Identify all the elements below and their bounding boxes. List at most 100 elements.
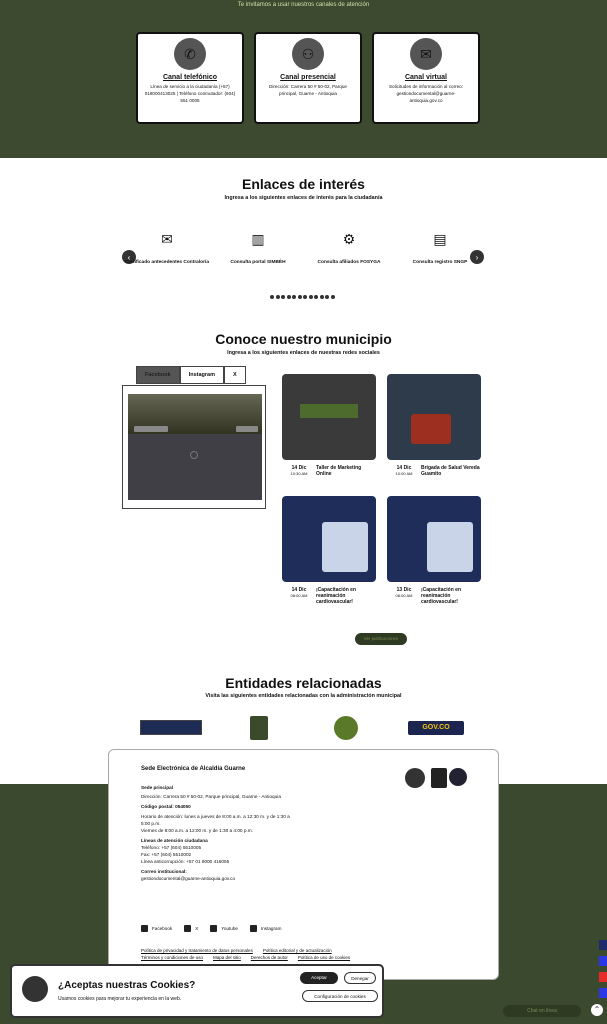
social-label[interactable]: Facebook xyxy=(152,926,172,931)
carousel-dots[interactable] xyxy=(270,295,338,299)
carousel-dot[interactable] xyxy=(330,295,335,299)
carousel-dot[interactable] xyxy=(292,295,296,299)
social-label[interactable]: Instagram xyxy=(261,926,281,931)
deny-cookies-button[interactable]: Denegar xyxy=(344,972,376,984)
link-label[interactable]: Certificado antecedentes Contraloría xyxy=(122,260,212,266)
share-button[interactable] xyxy=(236,426,258,432)
post-title[interactable]: ¡Capacitación en reanimación cardiovascu… xyxy=(421,587,481,605)
side-tab-2[interactable] xyxy=(599,956,607,966)
policy-cookies[interactable]: Política de uso de cookies xyxy=(298,954,350,961)
post-image[interactable] xyxy=(282,496,376,582)
post-banner xyxy=(322,522,368,572)
phone: Teléfono: +57 (604) 5510005 xyxy=(141,845,202,850)
post-date: 14 Dic 10:30 AM xyxy=(282,465,316,477)
social-facebook[interactable]: Facebook xyxy=(141,925,172,932)
entity-shield-logo[interactable] xyxy=(250,716,268,740)
loading-icon xyxy=(190,451,198,459)
email-label: Correo institucional: xyxy=(141,869,187,874)
chat-button[interactable]: Chat en línea xyxy=(503,1005,581,1017)
side-tab-3[interactable] xyxy=(599,972,607,982)
link-label[interactable]: Consulta registro SNGP xyxy=(395,260,485,266)
social-post[interactable]: 14 Dic 08:00 AM ¡Capacitación en reanimaci… xyxy=(282,496,376,605)
cookie-settings-button[interactable]: Configuración de cookies xyxy=(302,990,378,1002)
links-title: Enlaces de interés xyxy=(242,176,365,192)
social-instagram[interactable]: Instagram xyxy=(249,925,281,932)
cookie-banner: ¿Aceptas nuestras Cookies? Usamos cookie… xyxy=(10,964,384,1018)
municipio-title: Conoce nuestro municipio xyxy=(215,331,392,347)
policy-editorial[interactable]: Política editorial y de actualización xyxy=(263,947,332,954)
carousel-dot[interactable] xyxy=(281,295,285,299)
link-item[interactable]: ▥ Consulta portal SIMBÉH xyxy=(213,230,303,266)
link-item[interactable]: ▤ Consulta registro SNGP xyxy=(395,230,485,266)
post-banner xyxy=(300,404,358,418)
email-link[interactable]: gestiondocumental@guarne-antioquia.gov.c… xyxy=(141,875,291,882)
link-label[interactable]: Consulta afiliados FOSYGA xyxy=(304,260,394,266)
link-label[interactable]: Consulta portal SIMBÉH xyxy=(213,260,303,266)
card-title[interactable]: Canal virtual xyxy=(374,74,478,81)
social-label[interactable]: X xyxy=(195,926,198,931)
carousel-dot[interactable] xyxy=(286,295,291,299)
social-label[interactable]: Youtube xyxy=(221,926,238,931)
cookie-icon xyxy=(22,976,48,1002)
card-virtual-channel[interactable]: ✉ Canal virtual Solicitudes de informaci… xyxy=(372,32,480,124)
channels-intro: Te invitamos a usar nuestros canales de … xyxy=(237,2,370,8)
card-phone-channel[interactable]: ✆ Canal telefónico Línea de servicio a l… xyxy=(136,32,244,124)
tab-facebook[interactable]: Facebook xyxy=(136,366,180,384)
carousel-dot[interactable] xyxy=(314,295,318,299)
side-tab-1[interactable] xyxy=(599,940,607,950)
facebook-embed[interactable] xyxy=(128,394,262,500)
policy-sitemap[interactable]: Mapa del sitio xyxy=(213,954,241,961)
post-image[interactable] xyxy=(282,374,376,460)
accept-cookies-button[interactable]: Aceptar xyxy=(300,972,338,984)
social-post[interactable]: 13 Dic 08:00 AM ¡Capacitación en reanimaci… xyxy=(387,496,481,605)
social-youtube[interactable]: Youtube xyxy=(210,925,238,932)
post-date: 13 Dic 08:00 AM xyxy=(387,587,421,605)
carousel-dot[interactable] xyxy=(319,295,324,299)
post-title[interactable]: Taller de Marketing Online xyxy=(316,465,376,477)
people-icon: ⚇ xyxy=(292,38,324,70)
envelope-icon: ✉ xyxy=(161,231,173,247)
carousel-dot[interactable] xyxy=(325,295,329,299)
link-item[interactable]: ⚙ Consulta afiliados FOSYGA xyxy=(304,230,394,266)
lines-label: Líneas de atención ciudadana xyxy=(141,838,208,843)
link-item[interactable]: ✉ Certificado antecedentes Contraloría xyxy=(122,230,212,266)
card-desc: Dirección: Carrera 50 # 50-02, Parque pr… xyxy=(269,84,347,96)
mail-icon: ✉ xyxy=(410,38,442,70)
facebook-widget[interactable] xyxy=(122,385,266,509)
follow-page-button[interactable] xyxy=(134,426,168,432)
side-tab-4[interactable] xyxy=(599,988,607,998)
social-post[interactable]: 14 Dic 10:30 AM Taller de Marketing Online xyxy=(282,374,376,477)
post-time: 08:00 AM xyxy=(395,593,413,598)
tab-instagram[interactable]: Instagram xyxy=(179,366,224,384)
carousel-dot[interactable] xyxy=(303,295,307,299)
carousel-dot[interactable] xyxy=(275,295,280,299)
hours-friday: Viernes de 8:00 a.m. a 12:00 m. y de 1:3… xyxy=(141,828,253,833)
govco-logo[interactable]: GOV.CO xyxy=(408,721,464,735)
tab-x[interactable]: X xyxy=(223,366,246,384)
entity-logo[interactable] xyxy=(140,720,202,735)
anticorruption-line: Línea anticorrupción: +57 01 8000 416055 xyxy=(141,859,230,864)
post-title[interactable]: Brigada de Salud Vereda Guamito xyxy=(421,465,481,477)
policy-links: Política de privacidad y tratamiento de … xyxy=(141,947,481,961)
social-x[interactable]: X xyxy=(184,925,198,932)
carousel-dot[interactable] xyxy=(308,295,313,299)
policy-copyright[interactable]: Derechos de autor xyxy=(251,954,288,961)
scroll-top-icon[interactable]: ⌃ xyxy=(591,1004,603,1016)
post-image[interactable] xyxy=(387,374,481,460)
card-in-person-channel[interactable]: ⚇ Canal presencial Dirección: Carrera 50… xyxy=(254,32,362,124)
social-post[interactable]: 14 Dic 10:00 AM Brigada de Salud Vereda Gu… xyxy=(387,374,481,477)
carousel-dot[interactable] xyxy=(297,295,302,299)
social-links: Facebook X Youtube Instagram xyxy=(141,925,281,932)
footer-title: Sede Electrónica de Alcaldía Guarne xyxy=(141,766,246,772)
entity-emblem-logo[interactable] xyxy=(334,716,358,740)
policy-terms[interactable]: Términos y condiciones de uso xyxy=(141,954,203,961)
card-title[interactable]: Canal presencial xyxy=(256,74,360,81)
policy-privacy[interactable]: Política de privacidad y tratamiento de … xyxy=(141,947,253,954)
more-posts-button[interactable]: Ver publicaciones xyxy=(355,633,407,645)
entities-subtitle: Visita las siguientes entidades relacion… xyxy=(205,693,402,699)
carousel-dot[interactable] xyxy=(270,295,274,299)
post-image[interactable] xyxy=(387,496,481,582)
post-title[interactable]: ¡Capacitación en reanimación cardiovascu… xyxy=(316,587,376,605)
card-title[interactable]: Canal telefónico xyxy=(138,74,242,81)
links-subtitle: Ingresa a los siguientes enlaces de inte… xyxy=(224,195,383,201)
